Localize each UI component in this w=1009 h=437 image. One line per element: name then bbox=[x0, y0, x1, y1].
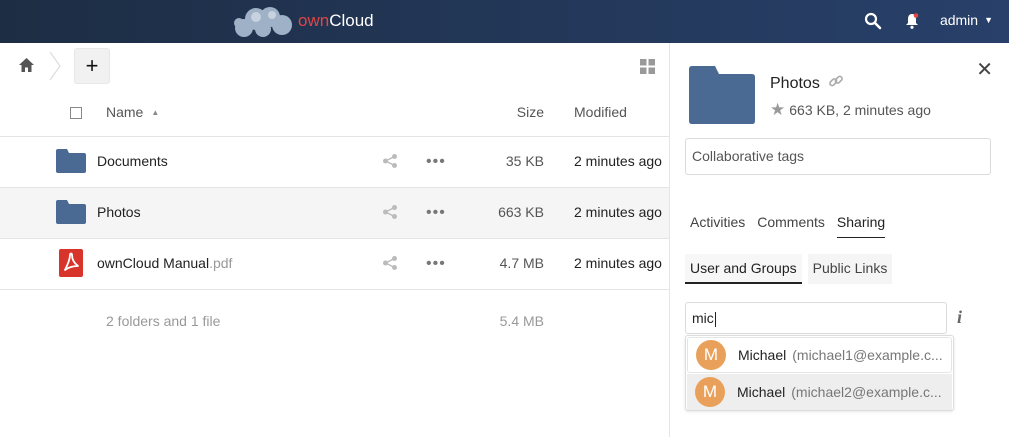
home-icon[interactable] bbox=[18, 57, 35, 76]
tab-comments[interactable]: Comments bbox=[757, 214, 825, 238]
column-modified-header[interactable]: Modified bbox=[574, 104, 627, 120]
share-suggestions-dropdown: M Michael (michael1@example.c... M Micha… bbox=[685, 335, 954, 411]
file-modified: 2 minutes ago bbox=[574, 255, 662, 271]
breadcrumb-separator-icon bbox=[48, 51, 62, 84]
avatar: M bbox=[696, 340, 726, 370]
file-row[interactable]: Photos ••• 663 KB 2 minutes ago bbox=[0, 188, 669, 239]
file-size: 35 KB bbox=[505, 153, 544, 169]
suggestion-name: Michael bbox=[737, 384, 786, 400]
brand-name: ownCloud bbox=[298, 11, 374, 30]
file-list-summary: 2 folders and 1 file 5.4 MB bbox=[0, 299, 669, 343]
details-sidebar: ✕ Photos ★ 663 KB, 2 minutes ago Collabo… bbox=[670, 43, 1009, 437]
username: admin bbox=[939, 12, 979, 28]
file-name[interactable]: Documents bbox=[97, 153, 168, 169]
summary-total-size: 5.4 MB bbox=[499, 313, 544, 329]
notifications-bell-icon[interactable] bbox=[903, 12, 923, 32]
column-name-header[interactable]: Name ▲ bbox=[106, 104, 159, 120]
file-size: 4.7 MB bbox=[499, 255, 544, 271]
close-icon[interactable]: ✕ bbox=[976, 57, 993, 82]
file-list-header: Name ▲ Size Modified bbox=[0, 89, 669, 137]
file-size: 663 KB bbox=[498, 204, 544, 220]
suggestion-email: (michael1@example.c... bbox=[792, 347, 943, 363]
file-row[interactable]: ownCloud Manual.pdf ••• 4.7 MB 2 minutes… bbox=[0, 239, 669, 290]
more-actions-icon[interactable]: ••• bbox=[426, 204, 446, 222]
user-menu[interactable]: admin ▼ bbox=[940, 12, 993, 28]
new-file-button[interactable]: + bbox=[74, 48, 110, 84]
chevron-down-icon: ▼ bbox=[984, 15, 993, 25]
owncloud-logo[interactable]: ownCloud bbox=[230, 4, 374, 38]
grid-view-icon[interactable] bbox=[640, 59, 655, 77]
suggestion-item[interactable]: M Michael (michael1@example.c... bbox=[687, 337, 952, 373]
share-icon[interactable] bbox=[382, 204, 398, 223]
text-cursor bbox=[714, 311, 716, 327]
tab-sharing[interactable]: Sharing bbox=[836, 214, 886, 238]
breadcrumb: + bbox=[0, 43, 669, 89]
select-all-checkbox[interactable] bbox=[70, 107, 82, 119]
file-name[interactable]: Photos bbox=[97, 204, 141, 220]
sidebar-title: Photos bbox=[770, 73, 844, 94]
folder-icon bbox=[56, 149, 86, 176]
share-icon[interactable] bbox=[382, 255, 398, 274]
column-size-header[interactable]: Size bbox=[517, 104, 544, 120]
more-actions-icon[interactable]: ••• bbox=[426, 153, 446, 171]
summary-count: 2 folders and 1 file bbox=[106, 313, 221, 329]
sort-ascending-icon: ▲ bbox=[151, 108, 160, 117]
folder-preview-icon bbox=[689, 66, 755, 127]
cloud-logo-icon bbox=[234, 7, 292, 37]
subtab-user-and-groups[interactable]: User and Groups bbox=[685, 254, 802, 284]
tab-activities[interactable]: Activities bbox=[690, 214, 745, 238]
more-actions-icon[interactable]: ••• bbox=[426, 255, 446, 273]
collaborative-tags-input[interactable]: Collaborative tags bbox=[685, 138, 991, 175]
star-icon[interactable]: ★ bbox=[770, 100, 785, 120]
suggestion-email: (michael2@example.c... bbox=[791, 384, 942, 400]
link-icon[interactable] bbox=[828, 73, 844, 94]
file-modified: 2 minutes ago bbox=[574, 153, 662, 169]
folder-icon bbox=[56, 200, 86, 227]
avatar: M bbox=[695, 377, 725, 407]
pdf-file-icon bbox=[59, 249, 83, 280]
file-name[interactable]: ownCloud Manual.pdf bbox=[97, 255, 232, 271]
subtab-public-links[interactable]: Public Links bbox=[807, 254, 893, 284]
info-icon[interactable]: i bbox=[957, 307, 962, 328]
suggestion-item[interactable]: M Michael (michael2@example.c... bbox=[687, 374, 952, 410]
suggestion-name: Michael bbox=[738, 347, 787, 363]
sidebar-meta: ★ 663 KB, 2 minutes ago bbox=[770, 100, 931, 120]
share-with-input[interactable]: mic bbox=[685, 302, 947, 334]
top-header: ownCloud admin ▼ bbox=[0, 0, 1009, 43]
file-list-panel: + Name ▲ Size Modified Documents ••• 35 K… bbox=[0, 43, 670, 437]
file-row[interactable]: Documents ••• 35 KB 2 minutes ago bbox=[0, 137, 669, 188]
search-icon[interactable] bbox=[864, 12, 884, 32]
file-modified: 2 minutes ago bbox=[574, 204, 662, 220]
sharing-subtabs: User and Groups Public Links bbox=[685, 254, 898, 284]
sidebar-tabs: Activities Comments Sharing bbox=[690, 214, 897, 238]
share-icon[interactable] bbox=[382, 153, 398, 172]
